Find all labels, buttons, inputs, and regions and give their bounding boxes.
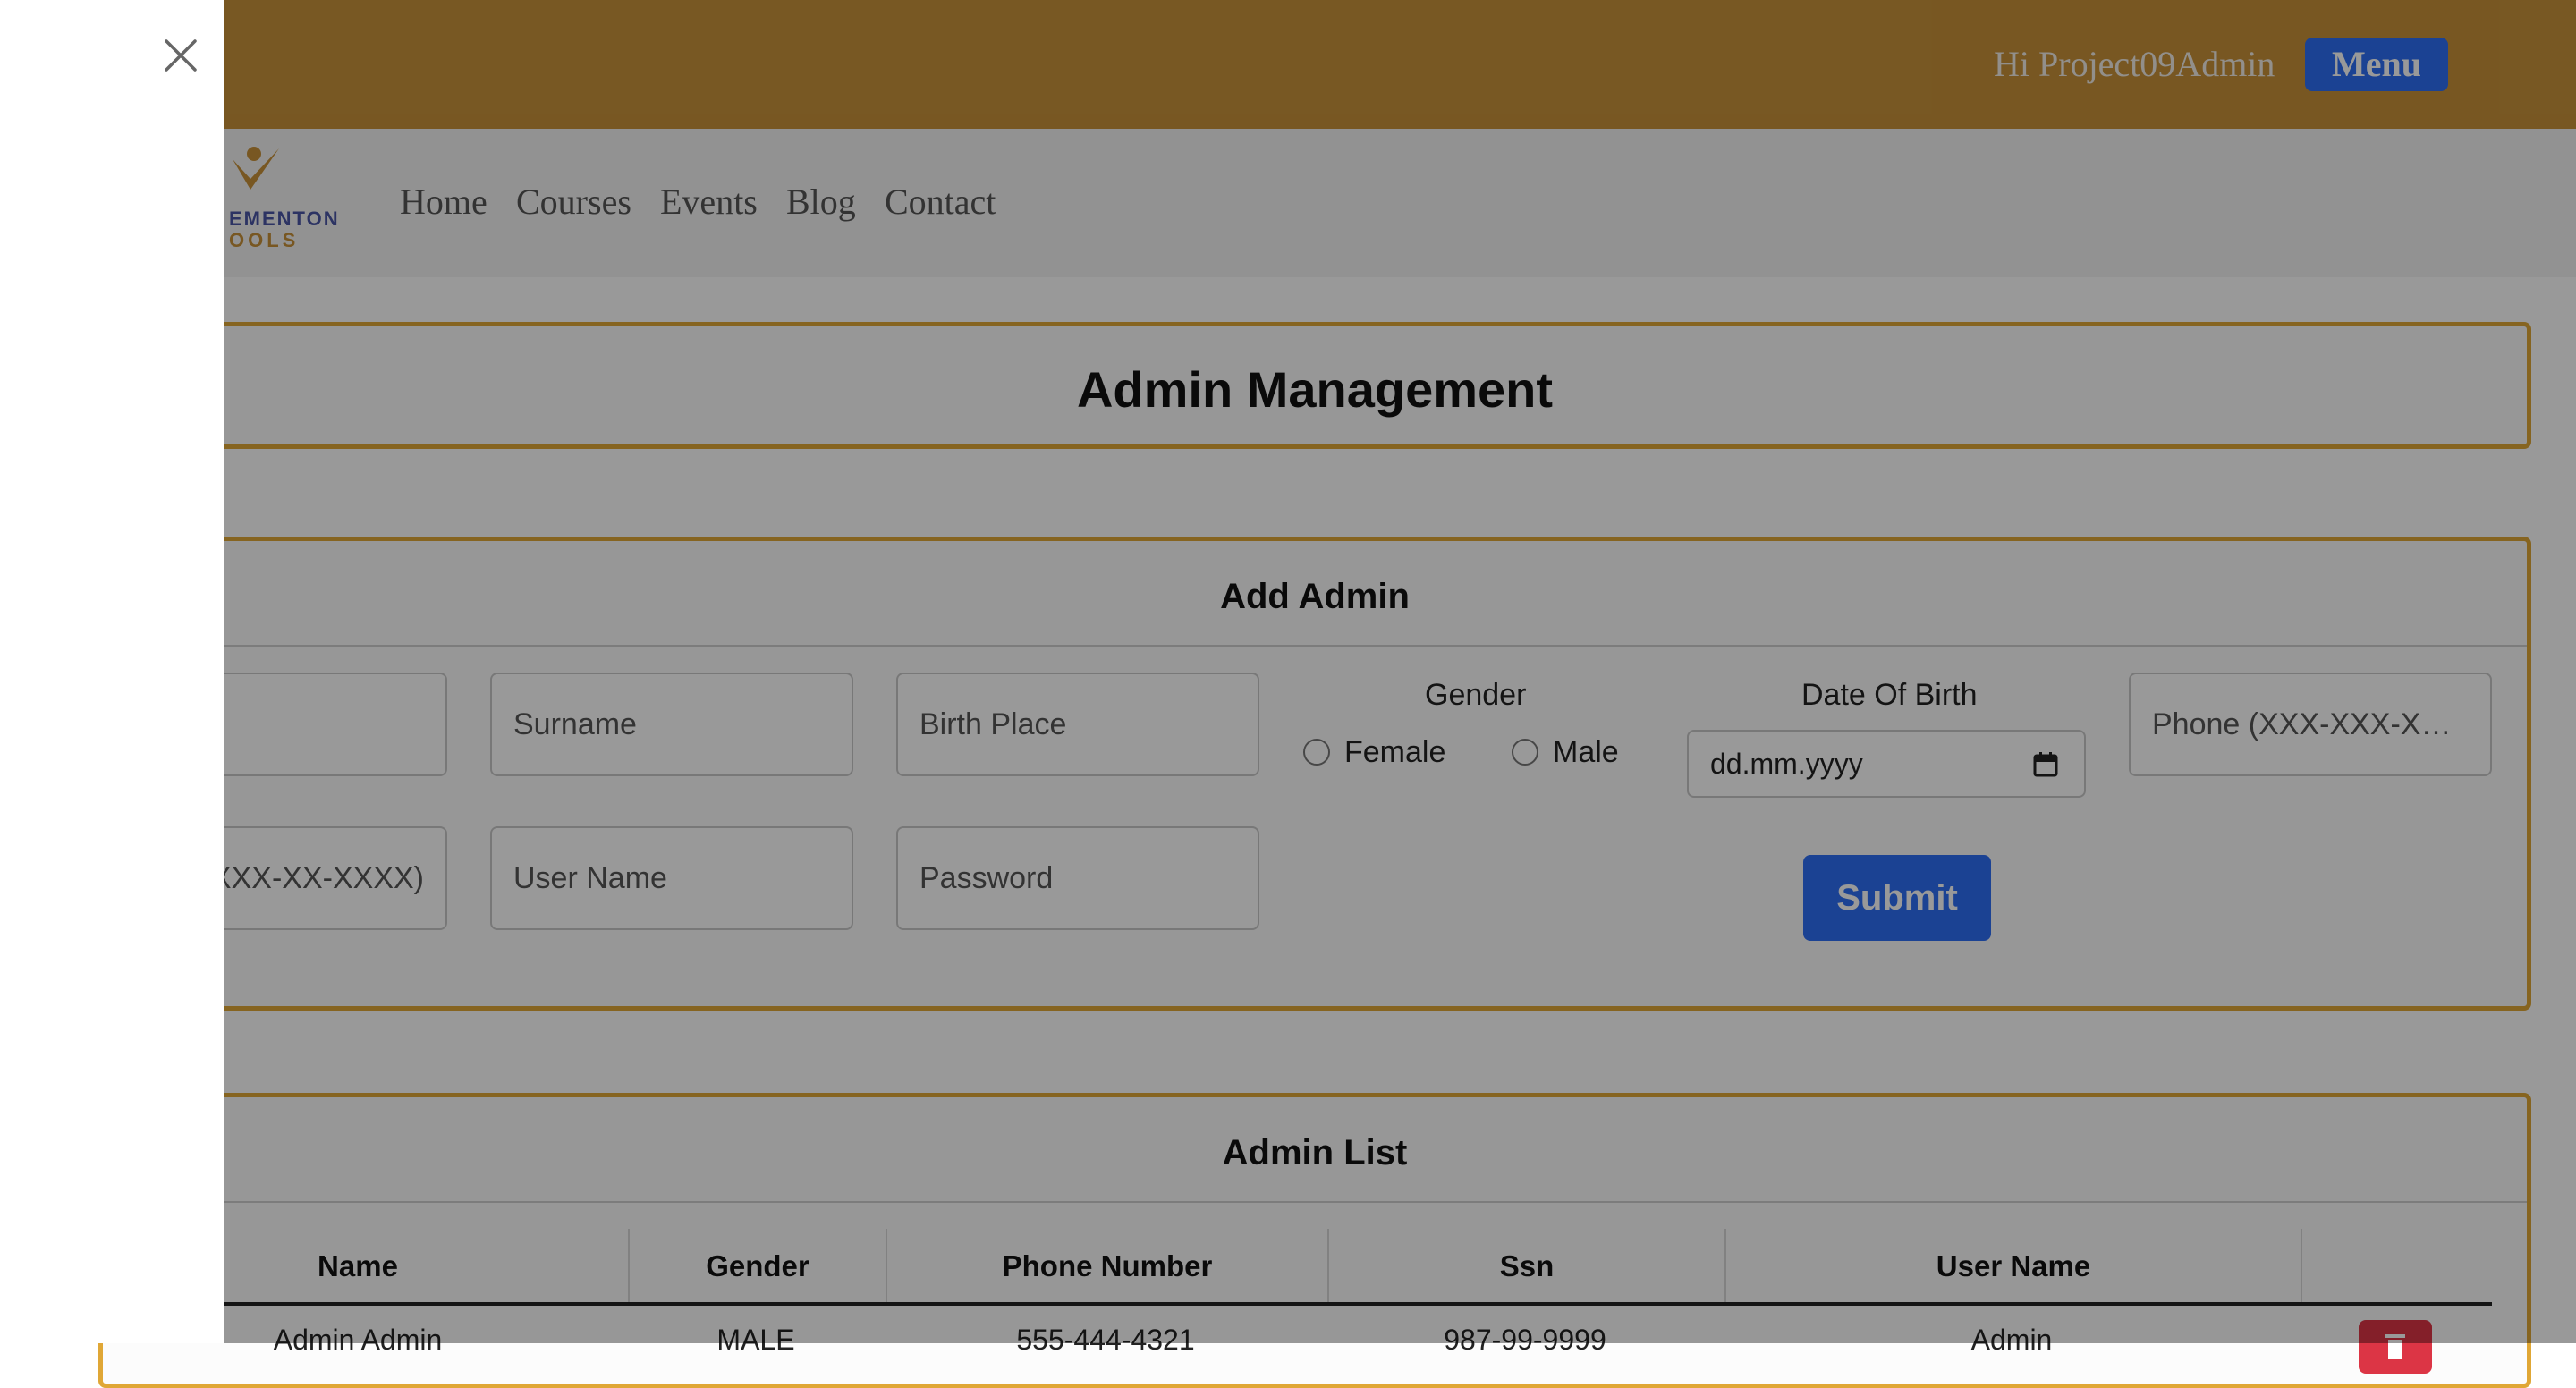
close-icon[interactable] [161, 36, 200, 75]
modal-backdrop[interactable] [0, 0, 2576, 1343]
offcanvas-menu-panel [0, 0, 224, 1343]
